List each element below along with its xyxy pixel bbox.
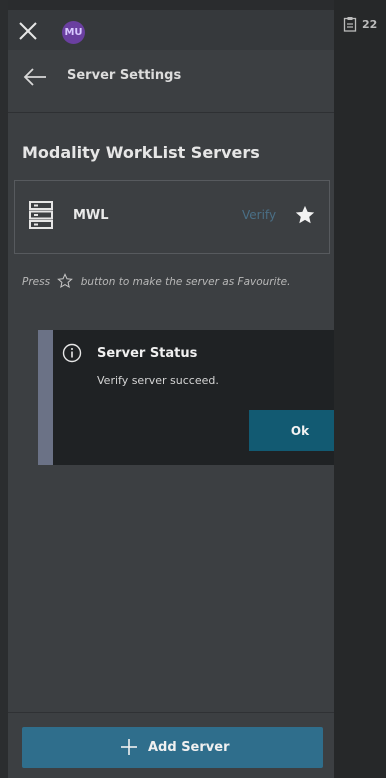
header-divider: [8, 112, 334, 113]
page-title: Server Settings: [67, 68, 182, 83]
panel-top-bar: [8, 10, 334, 50]
right-side-panel: [334, 0, 386, 778]
server-icon: [29, 201, 53, 229]
star-outline-icon: [57, 273, 74, 289]
verify-button[interactable]: Verify: [242, 208, 276, 222]
user-avatar[interactable]: MU: [62, 21, 85, 44]
footer-divider: [8, 712, 334, 713]
favourite-hint: Press button to make the server as Favou…: [22, 273, 290, 289]
dialog-accent-bar: [38, 330, 53, 465]
server-list-item[interactable]: [14, 180, 330, 254]
plus-icon: [121, 739, 137, 755]
dialog-message: Verify server succeed.: [97, 374, 219, 387]
window-left-edge: [0, 0, 8, 778]
clipboard-icon[interactable]: [343, 16, 357, 32]
right-panel-count: 22: [362, 18, 378, 31]
close-icon[interactable]: [16, 19, 40, 43]
hint-text-after: button to make the server as Favourite.: [80, 276, 291, 288]
dialog-title: Server Status: [97, 346, 198, 361]
add-server-label: Add Server: [148, 740, 230, 755]
hint-text-before: Press: [22, 276, 51, 288]
info-icon: [62, 343, 82, 363]
star-filled-icon[interactable]: [294, 204, 316, 226]
window-top-edge: [0, 0, 386, 10]
section-title: Modality WorkList Servers: [22, 143, 260, 162]
server-name: MWL: [73, 208, 109, 223]
arrow-left-icon[interactable]: [22, 66, 48, 88]
